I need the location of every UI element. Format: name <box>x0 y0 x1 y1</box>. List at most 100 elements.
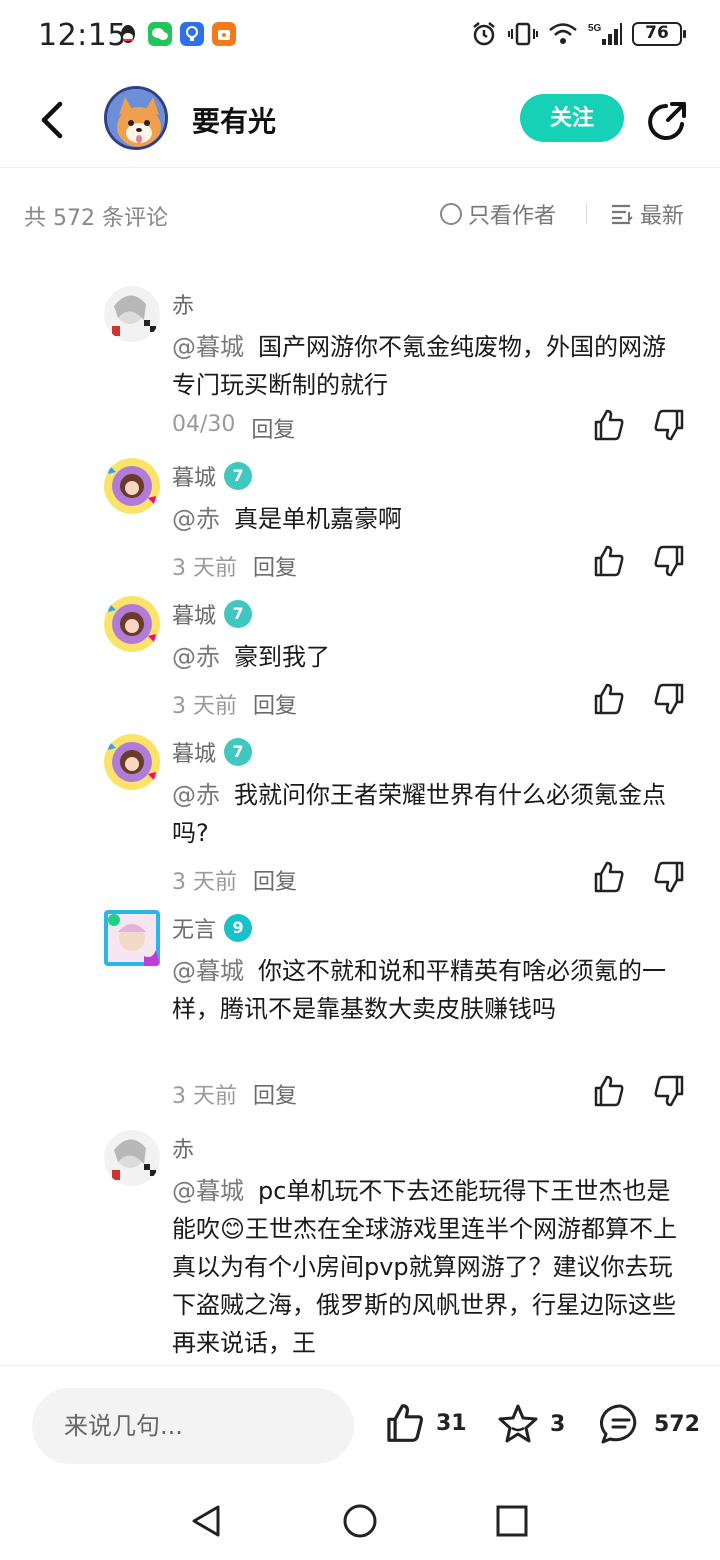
thumbs-up-icon[interactable] <box>592 1074 626 1108</box>
author-avatar[interactable] <box>104 86 168 150</box>
reply-time: 3 天前 <box>172 556 237 581</box>
only-author-label: 只看作者 <box>468 204 557 229</box>
reply-text: pc单机玩不下去还能玩得下王世杰也是能吹😊王世杰在全球游戏里连半个网游都算不上真… <box>172 1177 678 1357</box>
nav-back-icon[interactable] <box>186 1501 226 1541</box>
only-author-toggle[interactable]: 只看作者 <box>440 198 556 230</box>
notification-icons <box>116 22 236 46</box>
nav-home-icon[interactable] <box>340 1501 380 1541</box>
user-avatar[interactable] <box>104 734 160 790</box>
reply-time: 3 天前 <box>172 870 237 895</box>
shop-app-icon <box>212 22 236 46</box>
mention-link[interactable]: @暮城 <box>172 333 244 361</box>
thumbs-up-icon[interactable] <box>592 860 626 894</box>
anime-avatar-image <box>104 734 160 790</box>
signal-icon: 5G <box>588 23 622 45</box>
reply-time: 04/30 <box>172 412 236 437</box>
battery-indicator: 76 <box>632 22 686 46</box>
anime-avatar-image <box>104 1130 160 1186</box>
user-avatar[interactable] <box>104 1130 160 1186</box>
radio-icon <box>440 203 462 225</box>
reply-author[interactable]: 赤 <box>172 1132 194 1164</box>
reply-text: 豪到我了 <box>234 643 330 671</box>
favorite-count: 3 <box>550 1411 566 1437</box>
reply-author[interactable]: 无言 9 <box>172 912 253 944</box>
reply-list: 赤 @暮城 国产网游你不氪金纯废物，外国的网游专门玩买断制的就行 04/30 回复 … <box>0 260 720 1365</box>
comment-button[interactable]: 572 <box>598 1402 700 1446</box>
reply-content: @暮城 国产网游你不氪金纯废物，外国的网游专门玩买断制的就行 <box>172 328 682 404</box>
reply-author[interactable]: 暮城 7 <box>172 460 253 492</box>
comment-count: 572 <box>654 1411 700 1437</box>
user-avatar[interactable] <box>104 910 160 966</box>
level-badge: 7 <box>224 738 253 766</box>
reply-content: @暮城 pc单机玩不下去还能玩得下王世杰也是能吹😊王世杰在全球游戏里连半个网游都算… <box>172 1172 682 1362</box>
reply-time: 3 天前 <box>172 694 237 719</box>
like-button[interactable]: 31 <box>384 1402 467 1444</box>
reply-meta: 3 天前 回复 <box>172 688 297 720</box>
reply-author[interactable]: 暮城 7 <box>172 598 253 630</box>
divider <box>586 202 587 224</box>
reply-content: @赤 豪到我了 <box>172 638 682 676</box>
thumbs-down-icon[interactable] <box>652 860 686 894</box>
reply-text: 真是单机嘉豪啊 <box>234 505 402 533</box>
follow-button[interactable]: 关注 <box>520 94 624 142</box>
system-nav-bar <box>0 1485 720 1560</box>
reply-author-name: 暮城 <box>172 466 217 491</box>
bulb-app-icon <box>180 22 204 46</box>
mention-link[interactable]: @暮城 <box>172 957 244 985</box>
reply-author[interactable]: 赤 <box>172 288 194 320</box>
thumbs-up-icon[interactable] <box>592 682 626 716</box>
reply-text: 国产网游你不氪金纯废物，外国的网游专门玩买断制的就行 <box>172 333 666 399</box>
reply-author-name: 暮城 <box>172 604 217 629</box>
reply-button[interactable]: 回复 <box>253 1078 297 1110</box>
anime-avatar-image <box>104 596 160 652</box>
anime-avatar-image <box>104 458 160 514</box>
qq-icon <box>121 25 135 43</box>
reply-button[interactable]: 回复 <box>253 864 297 896</box>
mention-link[interactable]: @赤 <box>172 505 220 533</box>
favorite-button[interactable]: 3 <box>496 1402 565 1446</box>
sort-button[interactable]: 最新 <box>610 198 684 230</box>
like-count: 31 <box>436 1410 467 1436</box>
author-name[interactable]: 要有光 <box>192 100 276 140</box>
vibrate-icon <box>508 22 538 46</box>
thumbs-down-icon[interactable] <box>652 408 686 442</box>
thumbs-up-icon[interactable] <box>592 408 626 442</box>
user-avatar[interactable] <box>104 286 160 342</box>
thumbs-up-icon[interactable] <box>592 544 626 578</box>
thumbs-down-icon[interactable] <box>652 1074 686 1108</box>
thumbs-down-icon[interactable] <box>652 682 686 716</box>
user-avatar[interactable] <box>104 458 160 514</box>
reply-author-name: 无言 <box>172 918 217 943</box>
comment-input[interactable]: 来说几句... <box>32 1388 354 1464</box>
thumbs-down-icon[interactable] <box>652 544 686 578</box>
reply-content: @赤 我就问你王者荣耀世界有什么必须氪金点吗? <box>172 776 682 852</box>
reply-author[interactable]: 暮城 7 <box>172 736 253 768</box>
star-icon <box>498 1404 538 1443</box>
svg-text:5G: 5G <box>588 23 602 34</box>
reply-text: 我就问你王者荣耀世界有什么必须氪金点吗? <box>172 781 666 847</box>
reply-time: 3 天前 <box>172 1084 237 1109</box>
reply-author-name: 暮城 <box>172 742 217 767</box>
share-icon[interactable] <box>646 98 690 142</box>
status-bar: 12:15 5G 76 <box>0 0 720 72</box>
mention-link[interactable]: @暮城 <box>172 1177 244 1205</box>
reply-button[interactable]: 回复 <box>253 688 297 720</box>
nav-recents-icon[interactable] <box>492 1501 532 1541</box>
user-avatar[interactable] <box>104 596 160 652</box>
level-badge: 7 <box>224 600 253 628</box>
screen: 12:15 5G 76 要有光 关注 共 572 条评论 只看作者 最新 赤 @… <box>0 0 720 1560</box>
back-button[interactable] <box>30 96 74 144</box>
mention-link[interactable]: @赤 <box>172 781 220 809</box>
reply-button[interactable]: 回复 <box>251 412 295 444</box>
reply-button[interactable]: 回复 <box>253 550 297 582</box>
anime-avatar-image <box>104 286 160 342</box>
level-badge: 7 <box>224 462 253 490</box>
reply-meta: 3 天前 回复 <box>172 1078 297 1110</box>
reply-meta: 3 天前 回复 <box>172 550 297 582</box>
reply-content: @赤 真是单机嘉豪啊 <box>172 500 682 538</box>
mention-link[interactable]: @赤 <box>172 643 220 671</box>
comment-summary-bar: 共 572 条评论 只看作者 最新 <box>0 168 720 260</box>
alarm-icon <box>473 22 495 46</box>
reply-content: @暮城 你这不就和说和平精英有啥必须氪的一样，腾讯不是靠基数大卖皮肤赚钱吗 <box>172 952 682 1028</box>
anime-avatar-image <box>104 910 160 966</box>
